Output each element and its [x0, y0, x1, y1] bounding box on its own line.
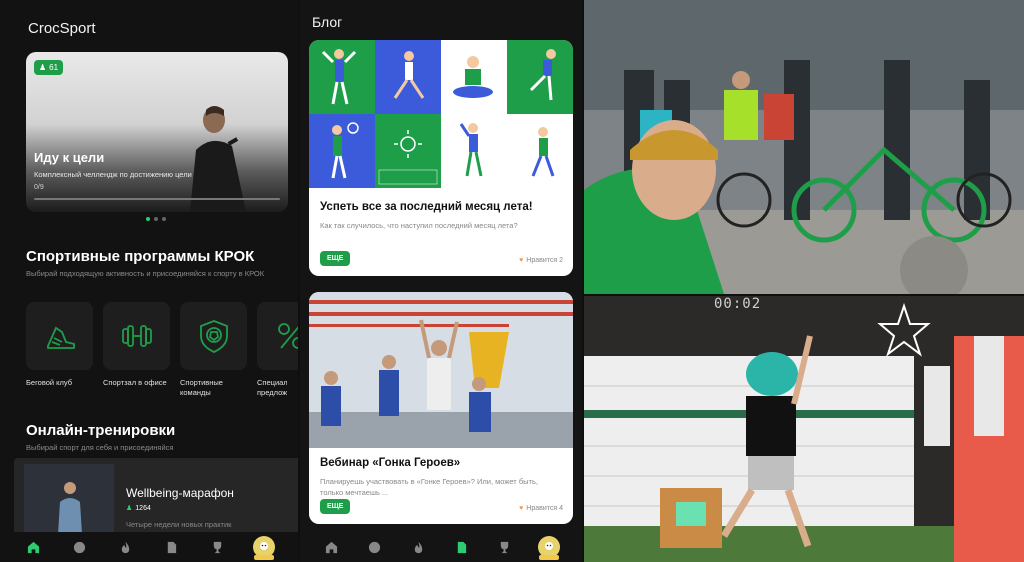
- sports-home-screen: CrocSport ♟ 61 Иду к цели Комплексный че…: [0, 0, 298, 562]
- tab-blog[interactable]: [161, 537, 181, 557]
- programs-section-subtitle: Выбирай подходящую активность и присоеди…: [26, 269, 265, 278]
- home-icon: [27, 541, 39, 553]
- wellbeing-thumbnail: [24, 464, 114, 532]
- program-labels: Беговой клуб Спортзал в офисе Спортивные…: [26, 378, 287, 398]
- program-tile-offers[interactable]: [257, 302, 298, 370]
- percent-icon: [277, 323, 298, 349]
- illustration-cell: [375, 40, 441, 114]
- carousel-dot-3[interactable]: [162, 217, 166, 221]
- online-section-subtitle: Выбирай спорт для себя и присоединяйся: [26, 443, 174, 452]
- document-icon: [457, 541, 467, 553]
- programs-list: [26, 302, 298, 370]
- cycling-group-illustration: [584, 0, 1024, 294]
- post-excerpt: Как так случилось, что наступил последни…: [320, 221, 518, 230]
- program-tile-running[interactable]: [26, 302, 93, 370]
- document-icon: [167, 541, 176, 553]
- challenge-progress-bar: [34, 198, 280, 200]
- carousel-dot-1[interactable]: [146, 217, 150, 221]
- participants-count: 61: [49, 63, 59, 72]
- participants-badge: ♟ 61: [34, 60, 64, 75]
- illustration-cell: [507, 114, 573, 188]
- tab-blog[interactable]: [452, 537, 472, 557]
- person-icon: ♟: [39, 63, 47, 72]
- blog-post-card-2[interactable]: Вебинар «Гонка Героев» Планируешь участв…: [309, 292, 573, 524]
- illustration-cell: [309, 40, 375, 114]
- tab-rewards[interactable]: [495, 537, 515, 557]
- blog-screen: Блог Успеть все за последний месяц лета!…: [300, 0, 582, 562]
- likes-count[interactable]: ♥ Нравится 2: [519, 257, 563, 264]
- likes-label: Нравится 4: [526, 505, 563, 512]
- heart-icon: ♥: [519, 505, 524, 512]
- read-more-button[interactable]: ЕЩЕ: [320, 251, 351, 266]
- blog-post-card-1[interactable]: Успеть все за последний месяц лета! Как …: [309, 40, 573, 276]
- wellbeing-description: Четыре недели новых практик: [126, 520, 232, 529]
- post-title: Успеть все за последний месяц лета!: [320, 201, 533, 213]
- blog-title: Блог: [312, 14, 343, 30]
- challenge-hero-card[interactable]: ♟ 61 Иду к цели Комплексный челлендж по …: [26, 52, 288, 212]
- wellbeing-marathon-card[interactable]: Wellbeing-марафон ♟ 1264 Четыре недели н…: [14, 458, 298, 532]
- tab-home[interactable]: [23, 537, 43, 557]
- tab-home[interactable]: [322, 537, 342, 557]
- likes-label: Нравится 2: [526, 257, 563, 264]
- running-shoe-icon: [46, 326, 75, 349]
- wellbeing-title: Wellbeing-марафон: [126, 486, 234, 500]
- cycling-group-photo: [584, 0, 1024, 294]
- flame-icon: [414, 541, 423, 553]
- video-timer: 00:02: [714, 296, 762, 312]
- tab-profile-avatar[interactable]: [253, 536, 275, 560]
- tab-rewards[interactable]: [207, 537, 227, 557]
- carousel-dot-2[interactable]: [154, 217, 158, 221]
- illustration-cell: [375, 114, 441, 188]
- ball-shield-icon: [199, 320, 228, 353]
- illustration-cell: [441, 40, 507, 114]
- avatar-icon: [260, 542, 268, 550]
- wellbeing-participants: ♟ 1264: [126, 504, 151, 513]
- dumbbell-icon: [121, 325, 152, 347]
- read-more-button[interactable]: ЕЩЕ: [320, 499, 351, 514]
- challenge-title: Иду к цели: [34, 150, 105, 165]
- tab-challenges[interactable]: [115, 537, 135, 557]
- race-photo: [309, 292, 573, 448]
- trophy-icon: [501, 541, 509, 553]
- post-title: Вебинар «Гонка Героев»: [320, 457, 461, 469]
- likes-count[interactable]: ♥ Нравится 4: [519, 505, 563, 512]
- illustration-cell: [309, 114, 375, 188]
- party-photo: 00:02: [584, 296, 1024, 562]
- tab-activity[interactable]: [365, 537, 385, 557]
- carousel-pagination[interactable]: [146, 217, 166, 221]
- program-tile-teams[interactable]: [180, 302, 247, 370]
- program-tile-gym[interactable]: [103, 302, 170, 370]
- activity-icon: [73, 541, 85, 553]
- illustration-cell: [441, 114, 507, 188]
- heart-icon: ♥: [519, 257, 524, 264]
- bottom-tab-bar: [0, 532, 298, 562]
- bottom-tab-bar: [300, 532, 582, 562]
- tab-profile-avatar[interactable]: [538, 536, 561, 560]
- online-section-title: Онлайн-тренировки: [26, 422, 176, 439]
- person-icon: ♟: [126, 505, 133, 512]
- program-label-offers: Специальные предложения: [257, 378, 287, 397]
- activity-icon: [369, 541, 381, 553]
- challenge-subtitle: Комплексный челлендж по достижению цели: [34, 170, 192, 179]
- app-title: CrocSport: [28, 20, 96, 37]
- hero-person-image: [190, 106, 246, 212]
- post-illustration-grid: [309, 40, 573, 188]
- program-label-running: Беговой клуб: [26, 378, 73, 387]
- party-illustration: [584, 296, 1024, 562]
- illustration-cell: [507, 40, 573, 114]
- wellbeing-count: 1264: [135, 504, 151, 512]
- trophy-icon: [213, 541, 221, 553]
- programs-section-title: Спортивные программы КРОК: [26, 248, 255, 265]
- program-label-teams: Спортивные команды: [180, 378, 223, 397]
- tab-challenges[interactable]: [408, 537, 428, 557]
- home-icon: [326, 541, 338, 553]
- flame-icon: [121, 541, 129, 553]
- program-label-gym: Спортзал в офисе: [103, 378, 167, 387]
- challenge-progress-text: 0/9: [34, 184, 44, 191]
- post-excerpt: Планируешь участвовать в «Гонке Героев»?…: [320, 477, 538, 497]
- avatar-icon: [545, 542, 554, 550]
- tab-activity[interactable]: [69, 537, 89, 557]
